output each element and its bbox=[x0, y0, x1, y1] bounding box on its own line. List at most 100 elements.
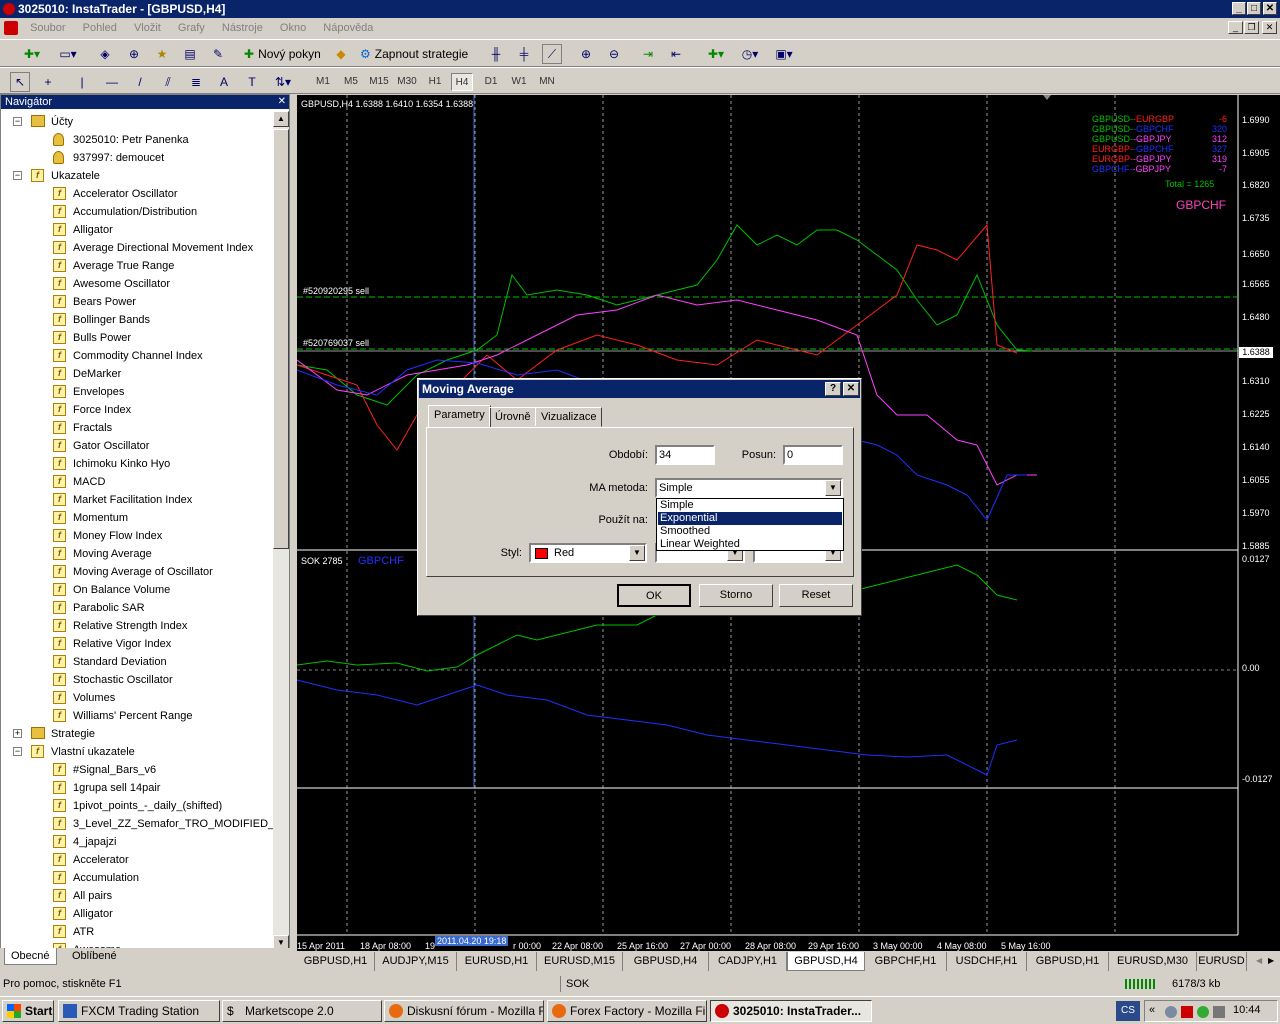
navigator-close-icon[interactable]: ✕ bbox=[278, 95, 286, 109]
new-order-button[interactable]: ✚ Nový pokyn bbox=[244, 44, 330, 64]
method-option[interactable]: Smoothed bbox=[658, 525, 842, 538]
arrows-icon[interactable]: ⇅▾ bbox=[270, 72, 296, 92]
method-dropdown-arrow-icon[interactable]: ▼ bbox=[825, 480, 841, 496]
menu-tools[interactable]: Nástroje bbox=[215, 18, 270, 38]
tab-favorites[interactable]: Oblíbené bbox=[66, 948, 123, 965]
menu-charts[interactable]: Grafy bbox=[171, 18, 212, 38]
chart-tab[interactable]: GBPUSD,H4 bbox=[787, 952, 865, 971]
bar-chart-icon[interactable]: ╫ bbox=[486, 44, 506, 64]
chart-tab[interactable]: GBPUSD,H1 bbox=[297, 952, 375, 971]
tree-indicator-item[interactable]: Accumulation/Distribution bbox=[73, 203, 197, 221]
cursor-icon[interactable]: ↖ bbox=[10, 72, 30, 92]
text-label-icon[interactable]: T bbox=[242, 72, 262, 92]
chart-tab[interactable]: EURUSD,M30 bbox=[1109, 952, 1197, 971]
tree-custom-item[interactable]: 1grupa sell 14pair bbox=[73, 779, 160, 797]
task-instatrader[interactable]: 3025010: InstaTrader... bbox=[710, 1000, 872, 1022]
task-firefox-forum[interactable]: Diskusní fórum - Mozilla F... bbox=[384, 1000, 544, 1022]
tree-indicator-item[interactable]: Envelopes bbox=[73, 383, 124, 401]
fibonacci-icon[interactable]: ≣ bbox=[186, 72, 206, 92]
tree-strategies[interactable]: Strategie bbox=[51, 725, 95, 743]
tree-accounts[interactable]: Účty bbox=[51, 113, 73, 131]
tree-indicator-item[interactable]: Bears Power bbox=[73, 293, 136, 311]
templates-icon[interactable]: ▣▾ bbox=[770, 44, 798, 64]
chart-tab[interactable]: CADJPY,H1 bbox=[709, 952, 787, 971]
mdi-restore-button[interactable]: ❐ bbox=[1244, 21, 1259, 34]
tree-indicator-item[interactable]: Fractals bbox=[73, 419, 112, 437]
tab-parameters[interactable]: Parametry bbox=[428, 405, 491, 428]
tree-indicators[interactable]: Ukazatele bbox=[51, 167, 100, 185]
tree-custom-item[interactable]: ATR bbox=[73, 923, 94, 941]
method-select[interactable]: Simple bbox=[655, 478, 843, 498]
task-fxcm[interactable]: FXCM Trading Station bbox=[58, 1000, 220, 1022]
method-option[interactable]: Simple bbox=[658, 499, 842, 512]
chart-tab[interactable]: USDCHF,H1 bbox=[947, 952, 1027, 971]
tree-indicator-item[interactable]: DeMarker bbox=[73, 365, 121, 383]
tree-indicator-item[interactable]: Alligator bbox=[73, 221, 113, 239]
chart-tab[interactable]: AUDJPY,M15 bbox=[375, 952, 457, 971]
chart-tab[interactable]: EURUSD,M15 bbox=[537, 952, 623, 971]
menu-help[interactable]: Nápověda bbox=[316, 18, 380, 38]
tree-indicator-item[interactable]: Volumes bbox=[73, 689, 115, 707]
zoom-in-icon[interactable]: ⊕ bbox=[576, 44, 596, 64]
text-icon[interactable]: A bbox=[214, 72, 234, 92]
market-watch-icon[interactable]: ◈ bbox=[95, 44, 115, 64]
timeframe-m15[interactable]: M15 bbox=[367, 73, 391, 91]
navigator-icon[interactable]: ★ bbox=[152, 44, 172, 64]
tree-indicator-item[interactable]: Ichimoku Kinko Hyo bbox=[73, 455, 170, 473]
periods-icon[interactable]: ◷▾ bbox=[736, 44, 764, 64]
tree-indicator-item[interactable]: Moving Average bbox=[73, 545, 152, 563]
expand-collapse-icon[interactable]: + bbox=[13, 729, 22, 738]
tabs-scroll-left-icon[interactable]: ◀ bbox=[1256, 954, 1268, 968]
tree-custom-item[interactable]: All pairs bbox=[73, 887, 112, 905]
auto-scroll-icon[interactable]: ⇥ bbox=[638, 44, 658, 64]
help-button[interactable]: ? bbox=[825, 382, 841, 396]
new-chart-icon[interactable]: ✚▾ bbox=[18, 44, 46, 64]
cancel-button[interactable]: Storno bbox=[699, 584, 773, 607]
tab-visualization[interactable]: Vizualizace bbox=[535, 407, 603, 427]
candlestick-icon[interactable]: ╪ bbox=[514, 44, 534, 64]
method-option[interactable]: Exponential bbox=[658, 512, 842, 525]
chart-tab[interactable]: GBPUSD,H1 bbox=[1027, 952, 1109, 971]
tree-indicator-item[interactable]: On Balance Volume bbox=[73, 581, 170, 599]
chart-tab[interactable]: EURUSD bbox=[1197, 952, 1247, 971]
chart-tab[interactable]: EURUSD,H1 bbox=[457, 952, 537, 971]
method-option[interactable]: Linear Weighted bbox=[658, 538, 842, 551]
expand-collapse-icon[interactable]: − bbox=[13, 117, 22, 126]
navigator-scrollbar[interactable]: ▲ ▼ bbox=[273, 111, 289, 951]
terminal-icon[interactable]: ▤ bbox=[180, 44, 200, 64]
maximize-button[interactable]: □ bbox=[1247, 2, 1261, 15]
menu-view[interactable]: Pohled bbox=[76, 18, 124, 38]
tree-indicator-item[interactable]: Stochastic Oscillator bbox=[73, 671, 173, 689]
style-dropdown-arrow-icon[interactable]: ▼ bbox=[629, 545, 645, 561]
clock[interactable]: 10:44 bbox=[1233, 1004, 1261, 1016]
crosshair-icon[interactable]: + bbox=[38, 72, 58, 92]
tree-account-item[interactable]: 937997: demoucet bbox=[73, 149, 164, 167]
shift-input[interactable]: 0 bbox=[783, 445, 843, 465]
menu-window[interactable]: Okno bbox=[273, 18, 313, 38]
tree-indicator-item[interactable]: Gator Oscillator bbox=[73, 437, 149, 455]
tree-indicator-item[interactable]: Money Flow Index bbox=[73, 527, 162, 545]
vertical-line-icon[interactable]: | bbox=[74, 72, 90, 92]
tree-indicator-item[interactable]: Relative Vigor Index bbox=[73, 635, 171, 653]
tree-custom-item[interactable]: Alligator bbox=[73, 905, 113, 923]
chart-tab[interactable]: GBPUSD,H4 bbox=[623, 952, 709, 971]
tree-indicator-item[interactable]: Relative Strength Index bbox=[73, 617, 187, 635]
period-input[interactable]: 34 bbox=[655, 445, 715, 465]
scroll-thumb[interactable] bbox=[273, 129, 289, 549]
metaeditor-icon[interactable]: ◆ bbox=[331, 44, 351, 64]
task-firefox-forexfactory[interactable]: Forex Factory - Mozilla Fi... bbox=[547, 1000, 707, 1022]
mdi-minimize-button[interactable]: _ bbox=[1228, 21, 1243, 34]
expand-collapse-icon[interactable]: − bbox=[13, 747, 22, 756]
language-indicator[interactable]: CS bbox=[1116, 1001, 1140, 1021]
timeframe-m30[interactable]: M30 bbox=[395, 73, 419, 91]
tree-indicator-item[interactable]: Force Index bbox=[73, 401, 131, 419]
tree-indicator-item[interactable]: Standard Deviation bbox=[73, 653, 167, 671]
tree-indicator-item[interactable]: Average True Range bbox=[73, 257, 174, 275]
timeframe-mn[interactable]: MN bbox=[535, 73, 559, 91]
tree-indicator-item[interactable]: Bollinger Bands bbox=[73, 311, 150, 329]
indicators-icon[interactable]: ✚▾ bbox=[702, 44, 730, 64]
tree-custom-indicators[interactable]: Vlastní ukazatele bbox=[51, 743, 135, 761]
chart-shift-icon[interactable]: ⇤ bbox=[666, 44, 686, 64]
tabs-scroll-right-icon[interactable]: ▶ bbox=[1268, 954, 1280, 968]
tree-custom-item[interactable]: 3_Level_ZZ_Semafor_TRO_MODIFIED_VE bbox=[73, 815, 273, 833]
